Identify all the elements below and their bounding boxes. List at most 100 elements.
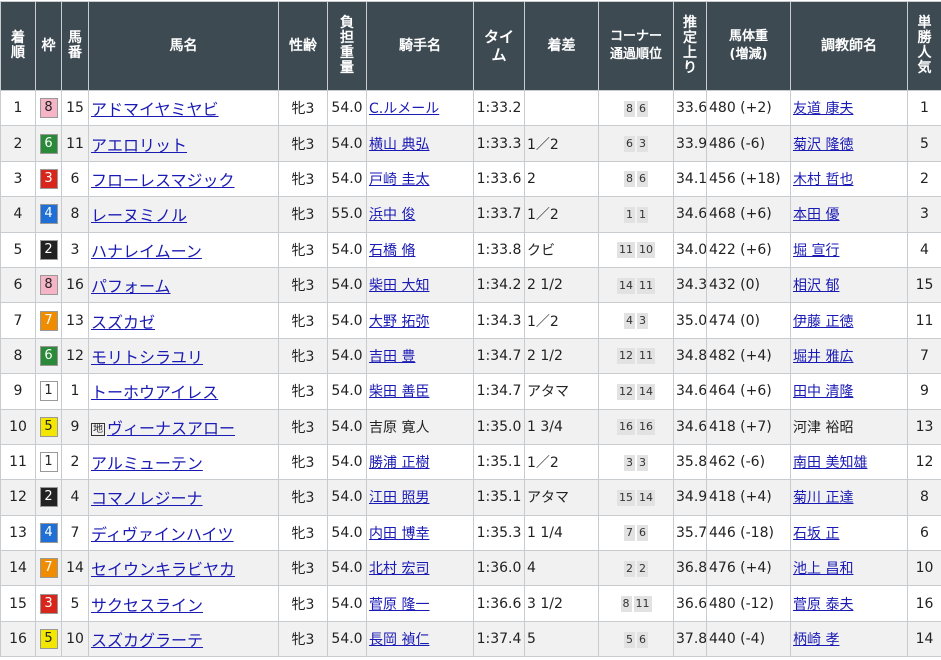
trainer-name[interactable]: 友道 康夫 — [793, 101, 853, 117]
horse-name-link[interactable]: ヴィーナスアロー — [107, 419, 235, 438]
sexage-cell: 牝3 — [279, 338, 328, 373]
trainer-name[interactable]: 相沢 郁 — [793, 278, 839, 294]
last3f-cell: 36.6 — [674, 586, 707, 621]
jockey-name[interactable]: 勝浦 正樹 — [369, 455, 429, 471]
trainer-name[interactable]: 堀 宣行 — [793, 243, 839, 259]
horse-name-link[interactable]: セイウンキラビヤカ — [91, 560, 235, 579]
popularity-cell: 3 — [908, 197, 941, 232]
trainer-name[interactable]: 菊川 正達 — [793, 490, 853, 506]
margin-cell: 2 1/2 — [525, 338, 599, 373]
horse-name-cell: モリトシラユリ — [89, 338, 279, 373]
jockey-name[interactable]: 石橋 脩 — [369, 243, 415, 259]
horse-number-cell: 5 — [62, 586, 89, 621]
jockey-name[interactable]: 菅原 隆一 — [369, 597, 429, 613]
sexage-cell: 牝3 — [279, 586, 328, 621]
horse-name-link[interactable]: サクセスライン — [91, 596, 203, 615]
corner-position: 12 — [617, 348, 635, 364]
header-last3f: 推定上り — [674, 2, 707, 91]
jockey-name[interactable]: 吉田 豊 — [369, 349, 415, 365]
horse-name-link[interactable]: ディヴァインハイツ — [91, 525, 234, 544]
time-cell: 1:33.7 — [474, 197, 525, 232]
corner-position: 7 — [624, 525, 635, 541]
bodyweight-cell: 476 (+4) — [707, 551, 791, 586]
corner-position: 6 — [624, 136, 635, 152]
horse-name-link[interactable]: スズカゼ — [91, 313, 155, 332]
trainer-name[interactable]: 本田 優 — [793, 207, 839, 223]
jockey-cell: 北村 宏司 — [367, 551, 474, 586]
trainer-name[interactable]: 菊沢 隆徳 — [793, 137, 853, 153]
popularity-cell: 15 — [908, 267, 941, 302]
trainer-name[interactable]: 南田 美知雄 — [793, 455, 867, 471]
margin-cell: 4 — [525, 551, 599, 586]
popularity-cell: 16 — [908, 586, 941, 621]
corner-position: 2 — [637, 561, 648, 577]
header-frame: 枠 — [36, 2, 62, 91]
result-row: 1535サクセスライン牝354.0菅原 隆一1:36.63 1/281136.6… — [1, 586, 941, 621]
horse-name-link[interactable]: スズカグラーテ — [91, 631, 203, 650]
horse-name-link[interactable]: アルミューテン — [91, 454, 203, 473]
frame-cell: 3 — [36, 586, 62, 621]
corner-cell: 86 — [599, 161, 674, 196]
horse-name-link[interactable]: フローレスマジック — [91, 171, 235, 190]
trainer-name[interactable]: 伊藤 正徳 — [793, 314, 853, 330]
corner-cell: 76 — [599, 515, 674, 550]
horse-name-link[interactable]: コマノレジーナ — [91, 489, 203, 508]
frame-cell: 3 — [36, 161, 62, 196]
weight-cell: 54.0 — [328, 91, 367, 126]
corner-position: 10 — [637, 242, 655, 258]
bodyweight-cell: 486 (-6) — [707, 126, 791, 161]
popularity-cell: 6 — [908, 515, 941, 550]
jockey-name[interactable]: 戸崎 圭太 — [369, 172, 429, 188]
jockey-name[interactable]: 内田 博幸 — [369, 526, 429, 542]
horse-name-link[interactable]: アエロリット — [91, 136, 187, 155]
jockey-name[interactable]: 浜中 俊 — [369, 207, 415, 223]
horse-name-link[interactable]: トーホウアイレス — [91, 383, 218, 402]
trainer-name[interactable]: 池上 昌和 — [793, 561, 853, 577]
frame-cell: 7 — [36, 551, 62, 586]
trainer-name[interactable]: 柄崎 孝 — [793, 632, 839, 648]
frame-badge: 1 — [40, 452, 58, 472]
horse-name-cell: ディヴァインハイツ — [89, 515, 279, 550]
result-body: 1815アドマイヤミヤビ牝354.0C.ルメール1:33.28633.6480 … — [1, 91, 941, 657]
horse-number-cell: 11 — [62, 126, 89, 161]
sexage-cell: 牝3 — [279, 126, 328, 161]
jockey-name[interactable]: 江田 照男 — [369, 490, 429, 506]
trainer-name[interactable]: 田中 清隆 — [793, 384, 853, 400]
horse-name-link[interactable]: ハナレイムーン — [91, 242, 202, 261]
time-cell: 1:34.7 — [474, 374, 525, 409]
result-row: 911トーホウアイレス牝354.0柴田 善臣1:34.7アタマ121434.64… — [1, 374, 941, 409]
last3f-cell: 33.6 — [674, 91, 707, 126]
trainer-cell: 伊藤 正徳 — [791, 303, 908, 338]
jockey-name[interactable]: 柴田 大知 — [369, 278, 429, 294]
weight-cell: 54.0 — [328, 338, 367, 373]
jockey-name[interactable]: 柴田 善臣 — [369, 384, 429, 400]
horse-name-link[interactable]: アドマイヤミヤビ — [91, 100, 219, 119]
horse-name-link[interactable]: パフォーム — [91, 277, 171, 296]
jockey-name[interactable]: 大野 拓弥 — [369, 314, 429, 330]
margin-cell: 1／2 — [525, 197, 599, 232]
trainer-name[interactable]: 石坂 正 — [793, 526, 839, 542]
corner-cell: 43 — [599, 303, 674, 338]
frame-badge: 6 — [40, 134, 58, 154]
weight-cell: 54.0 — [328, 303, 367, 338]
trainer-name[interactable]: 木村 哲也 — [793, 172, 853, 188]
corner-cell: 63 — [599, 126, 674, 161]
corner-position: 3 — [624, 455, 635, 471]
jockey-name[interactable]: 長岡 禎仁 — [369, 632, 429, 648]
corner-position: 3 — [637, 313, 648, 329]
jockey-name[interactable]: 横山 典弘 — [369, 137, 429, 153]
jockey-name[interactable]: 北村 宏司 — [369, 561, 429, 577]
frame-badge: 3 — [40, 594, 58, 614]
sexage-cell: 牝3 — [279, 621, 328, 656]
trainer-name[interactable]: 堀井 雅広 — [793, 349, 853, 365]
margin-cell: アタマ — [525, 374, 599, 409]
bodyweight-cell: 474 (0) — [707, 303, 791, 338]
horse-name-link[interactable]: モリトシラユリ — [91, 348, 203, 367]
trainer-name[interactable]: 菅原 泰夫 — [793, 597, 853, 613]
jockey-name[interactable]: C.ルメール — [369, 101, 439, 117]
horse-name-link[interactable]: レーヌミノル — [91, 206, 187, 225]
frame-badge: 7 — [40, 311, 58, 331]
horse-number-cell: 12 — [62, 338, 89, 373]
header-jockey: 騎手名 — [367, 2, 474, 91]
result-row: 16510スズカグラーテ牝354.0長岡 禎仁1:37.455637.8440 … — [1, 621, 941, 656]
